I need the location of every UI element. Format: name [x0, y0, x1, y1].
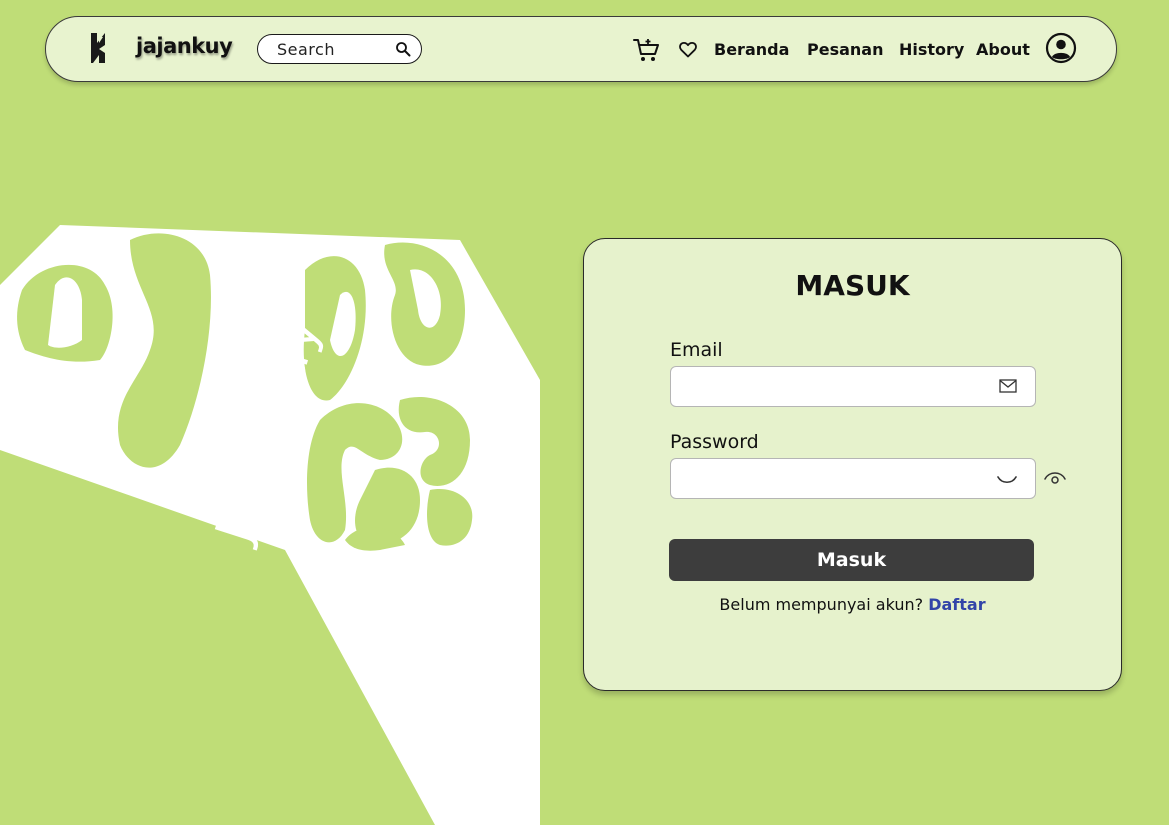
signup-prompt-text: Belum mempunyai akun? [719, 595, 924, 614]
password-field[interactable] [671, 459, 1035, 498]
user-account-icon[interactable] [1045, 32, 1077, 64]
brand-name[interactable]: jajankuy [136, 34, 233, 58]
nav-link-pesanan[interactable]: Pesanan [807, 40, 883, 59]
login-submit-button[interactable]: Masuk [669, 539, 1034, 581]
show-password-icon[interactable] [1044, 471, 1066, 485]
navbar: jajankuy Beranda Pesanan History About [45, 16, 1117, 82]
email-field[interactable] [671, 367, 1035, 406]
login-card: MASUK Email Password Masuk Belum mempuny… [583, 238, 1122, 691]
brand-artwork: Jajankuy [0, 225, 540, 825]
nav-link-beranda[interactable]: Beranda [714, 40, 789, 59]
signup-link[interactable]: Daftar [928, 595, 985, 614]
nav-link-about[interactable]: About [976, 40, 1030, 59]
email-label: Email [670, 339, 723, 361]
search-icon[interactable] [395, 41, 411, 57]
eye-closed-icon[interactable] [997, 475, 1017, 485]
nav-link-history[interactable]: History [899, 40, 964, 59]
search-input[interactable] [277, 39, 387, 59]
brand-logo-icon[interactable] [89, 31, 107, 65]
password-field-wrapper [670, 458, 1036, 499]
login-title: MASUK [795, 269, 910, 302]
heart-icon[interactable] [679, 41, 697, 58]
mail-icon [999, 379, 1017, 393]
email-field-wrapper [670, 366, 1036, 407]
cart-icon[interactable] [632, 37, 660, 63]
search-box[interactable] [257, 34, 422, 64]
password-label: Password [670, 431, 759, 453]
signup-prompt-row: Belum mempunyai akun? Daftar [584, 595, 1121, 614]
